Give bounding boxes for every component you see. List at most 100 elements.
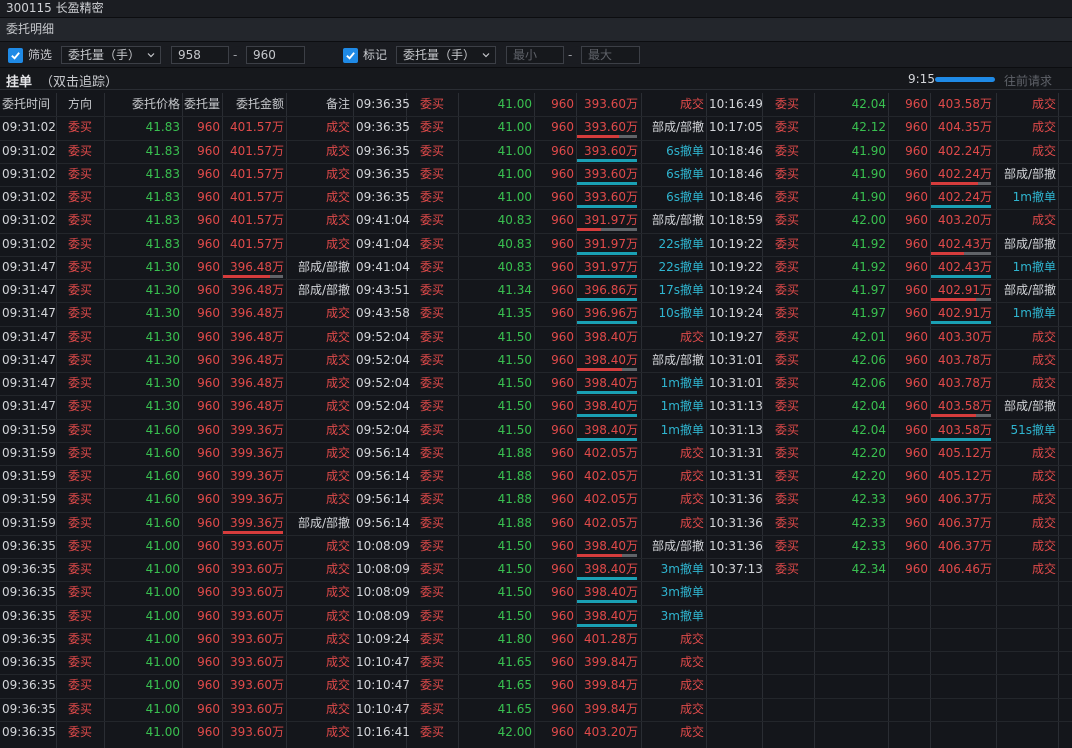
order-direction: 委买 [67,260,92,274]
order-time: 09:31:47 [2,376,56,390]
order-volume: 960 [551,492,574,506]
order-time: 09:41:04 [356,213,410,227]
table-row[interactable]: 09:36:35 委买 41.00 960 393.60万 成交 10:10:47 委买 41.… [0,698,1072,721]
order-price: 41.50 [497,539,532,553]
order-price: 41.00 [145,678,180,692]
table-row[interactable]: 09:31:47 委买 41.30 960 396.48万 成交 09:43:58 委买 41.… [0,302,1072,325]
table-row[interactable]: 09:31:47 委买 41.30 960 396.48万 成交 09:52:04 委买 41.… [0,395,1072,418]
table-row[interactable]: 09:36:35 委买 41.00 960 393.60万 成交 10:10:47 委买 41.… [0,674,1072,697]
order-direction: 委买 [67,213,92,227]
order-volume: 960 [197,562,220,576]
order-note: 成交 [679,469,704,483]
table-row[interactable]: 09:31:02 委买 41.83 960 401.57万 成交 09:36:35 委买 41.… [0,140,1072,163]
table-row[interactable]: 09:31:59 委买 41.60 960 399.36万 成交 09:52:04 委买 41.… [0,419,1072,442]
table-row[interactable]: 09:36:35 委买 41.00 960 393.60万 成交 10:16:41 委买 42.… [0,721,1072,744]
load-earlier-button[interactable]: 往前请求 [1004,72,1052,89]
order-volume: 960 [551,725,574,739]
order-direction: 委买 [67,190,92,204]
order-amount: 393.60万 [230,702,284,716]
order-time: 09:36:35 [2,655,56,669]
table-row[interactable]: 09:31:47 委买 41.30 960 396.48万 部成/部撤 09:43:51 委买… [0,279,1072,302]
order-amount: 405.12万 [938,469,992,483]
filter-min-input[interactable]: 958 [171,46,229,64]
order-time: 09:36:35 [2,562,56,576]
table-row[interactable]: 09:36:35 委买 41.00 960 393.60万 成交 10:08:09 委买 41.… [0,535,1072,558]
order-direction: 委买 [67,446,92,460]
order-direction: 委买 [67,167,92,181]
order-direction: 委买 [774,516,799,530]
order-volume: 960 [197,353,220,367]
table-row[interactable]: 09:31:59 委买 41.60 960 399.36万 成交 09:56:14 委买 41.… [0,465,1072,488]
load-progress-bar [935,77,995,82]
table-row[interactable]: 09:31:02 委买 41.83 960 401.57万 成交 09:36:35 委买 41.… [0,163,1072,186]
mark-min-input[interactable]: 最小 [506,46,564,64]
order-time: 10:31:31 [709,469,763,483]
order-note: 1m撤单 [1012,190,1056,204]
order-price: 42.06 [851,353,886,367]
table-row[interactable]: 09:31:02 委买 41.83 960 401.57万 成交 09:36:35 委买 41.… [0,116,1072,139]
order-price: 41.97 [851,283,886,297]
order-price: 41.83 [145,237,180,251]
order-volume: 960 [905,144,928,158]
order-direction: 委买 [419,283,444,297]
order-volume: 960 [197,469,220,483]
table-row[interactable]: 09:36:35 委买 41.00 960 393.60万 成交 10:08:09 委买 41.… [0,605,1072,628]
mark-checkbox[interactable] [343,48,358,63]
order-direction: 委买 [774,562,799,576]
table-row[interactable]: 09:31:02 委买 41.83 960 401.57万 成交 09:41:04 委买 40.… [0,209,1072,232]
table-row[interactable]: 09:36:35 委买 41.00 960 393.60万 成交 10:08:09 委买 41.… [0,581,1072,604]
table-row[interactable]: 09:31:02 委买 41.83 960 401.57万 成交 09:36:35 委买 41.… [0,186,1072,209]
table-row[interactable]: 09:36:35 委买 41.00 960 393.60万 成交 10:10:47 委买 41.… [0,651,1072,674]
order-direction: 委买 [419,167,444,181]
order-price: 41.65 [497,678,532,692]
order-note: 成交 [325,725,350,739]
table-row[interactable]: 09:31:59 委买 41.60 960 399.36万 成交 09:56:14 委买 41.… [0,442,1072,465]
amount-fill-bar-level [223,275,270,278]
mark-max-input[interactable]: 最大 [581,46,640,64]
order-note: 1m撤单 [660,399,704,413]
order-time: 09:31:47 [2,353,56,367]
table-row[interactable]: 09:31:47 委买 41.30 960 396.48万 成交 09:52:04 委买 41.… [0,326,1072,349]
order-direction: 委买 [419,678,444,692]
order-note: 成交 [325,144,350,158]
order-time: 09:31:59 [2,446,56,460]
filter-max-input[interactable]: 960 [246,46,305,64]
order-amount: 398.40万 [576,372,638,395]
order-direction: 委买 [419,237,444,251]
order-amount: 402.43万 [930,233,992,256]
order-direction: 委买 [774,190,799,204]
order-amount: 396.48万 [222,256,284,279]
order-note: 部成/部撤 [1003,237,1056,251]
order-price: 41.34 [497,283,532,297]
order-price: 41.00 [497,167,532,181]
order-note: 成交 [679,97,704,111]
order-volume: 960 [905,283,928,297]
order-direction: 委买 [67,632,92,646]
amount-fill-bar [577,577,637,580]
order-note: 成交 [1031,539,1056,553]
table-row[interactable]: 09:36:35 委买 41.00 960 393.60万 成交 10:09:24 委买 41.… [0,628,1072,651]
table-row[interactable]: 09:31:02 委买 41.83 960 401.57万 成交 09:41:04 委买 40.… [0,233,1072,256]
order-price: 41.80 [497,632,532,646]
mark-type-select[interactable]: 委托量（手） [396,46,496,64]
amount-fill-bar-level [577,554,622,557]
table-row[interactable]: 09:31:47 委买 41.30 960 396.48万 成交 09:52:04 委买 41.… [0,349,1072,372]
chevron-down-icon [147,53,155,58]
table-row[interactable]: 09:31:59 委买 41.60 960 399.36万 部成/部撤 09:56:14 委买… [0,512,1072,535]
order-amount: 399.36万 [230,469,284,483]
filter-type-select[interactable]: 委托量（手） [61,46,161,64]
order-amount: 405.12万 [938,446,992,460]
order-amount: 398.40万 [576,349,638,372]
table-row[interactable]: 09:36:35 委买 41.00 960 393.60万 成交 10:16:49 委买 42.… [0,93,1072,116]
order-price: 41.00 [497,144,532,158]
order-time: 09:36:35 [356,120,410,134]
order-volume: 960 [197,237,220,251]
table-row[interactable]: 09:31:47 委买 41.30 960 396.48万 成交 09:52:04 委买 41.… [0,372,1072,395]
order-amount: 396.48万 [230,283,284,297]
table-row[interactable]: 09:31:47 委买 41.30 960 396.48万 部成/部撤 09:41:04 委买… [0,256,1072,279]
table-row[interactable]: 09:36:35 委买 41.00 960 393.60万 成交 10:08:09 委买 41.… [0,558,1072,581]
order-direction: 委买 [419,306,444,320]
order-amount: 393.60万 [576,140,638,163]
table-row[interactable]: 09:31:59 委买 41.60 960 399.36万 成交 09:56:14 委买 41.… [0,488,1072,511]
filter-checkbox[interactable] [8,48,23,63]
